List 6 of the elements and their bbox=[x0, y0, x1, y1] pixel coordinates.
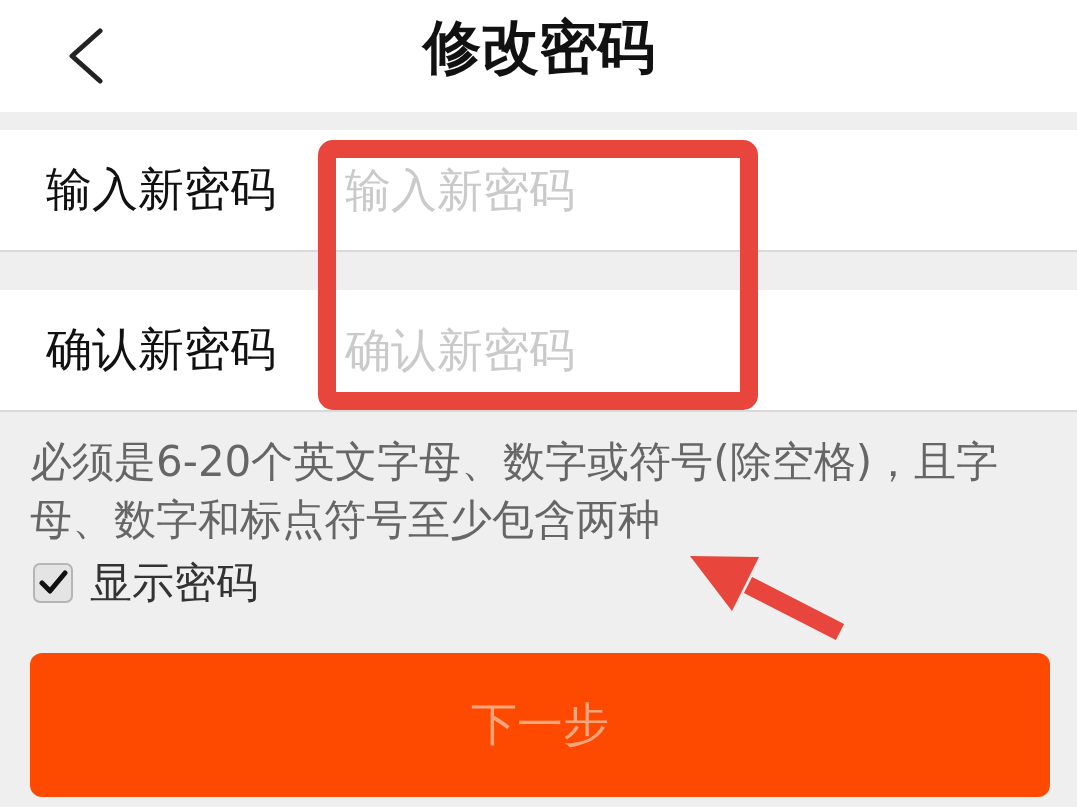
field-label: 输入新密码 bbox=[0, 130, 345, 250]
password-hint-text: 必须是6-20个英文字母、数字或符号(除空格)，且字母、数字和标点符号至少包含两种 bbox=[30, 436, 1000, 546]
checkbox[interactable] bbox=[33, 563, 73, 603]
checkbox-label: 显示密码 bbox=[90, 557, 258, 609]
field-label: 确认新密码 bbox=[0, 290, 345, 410]
page-title: 修改密码 bbox=[422, 13, 655, 83]
